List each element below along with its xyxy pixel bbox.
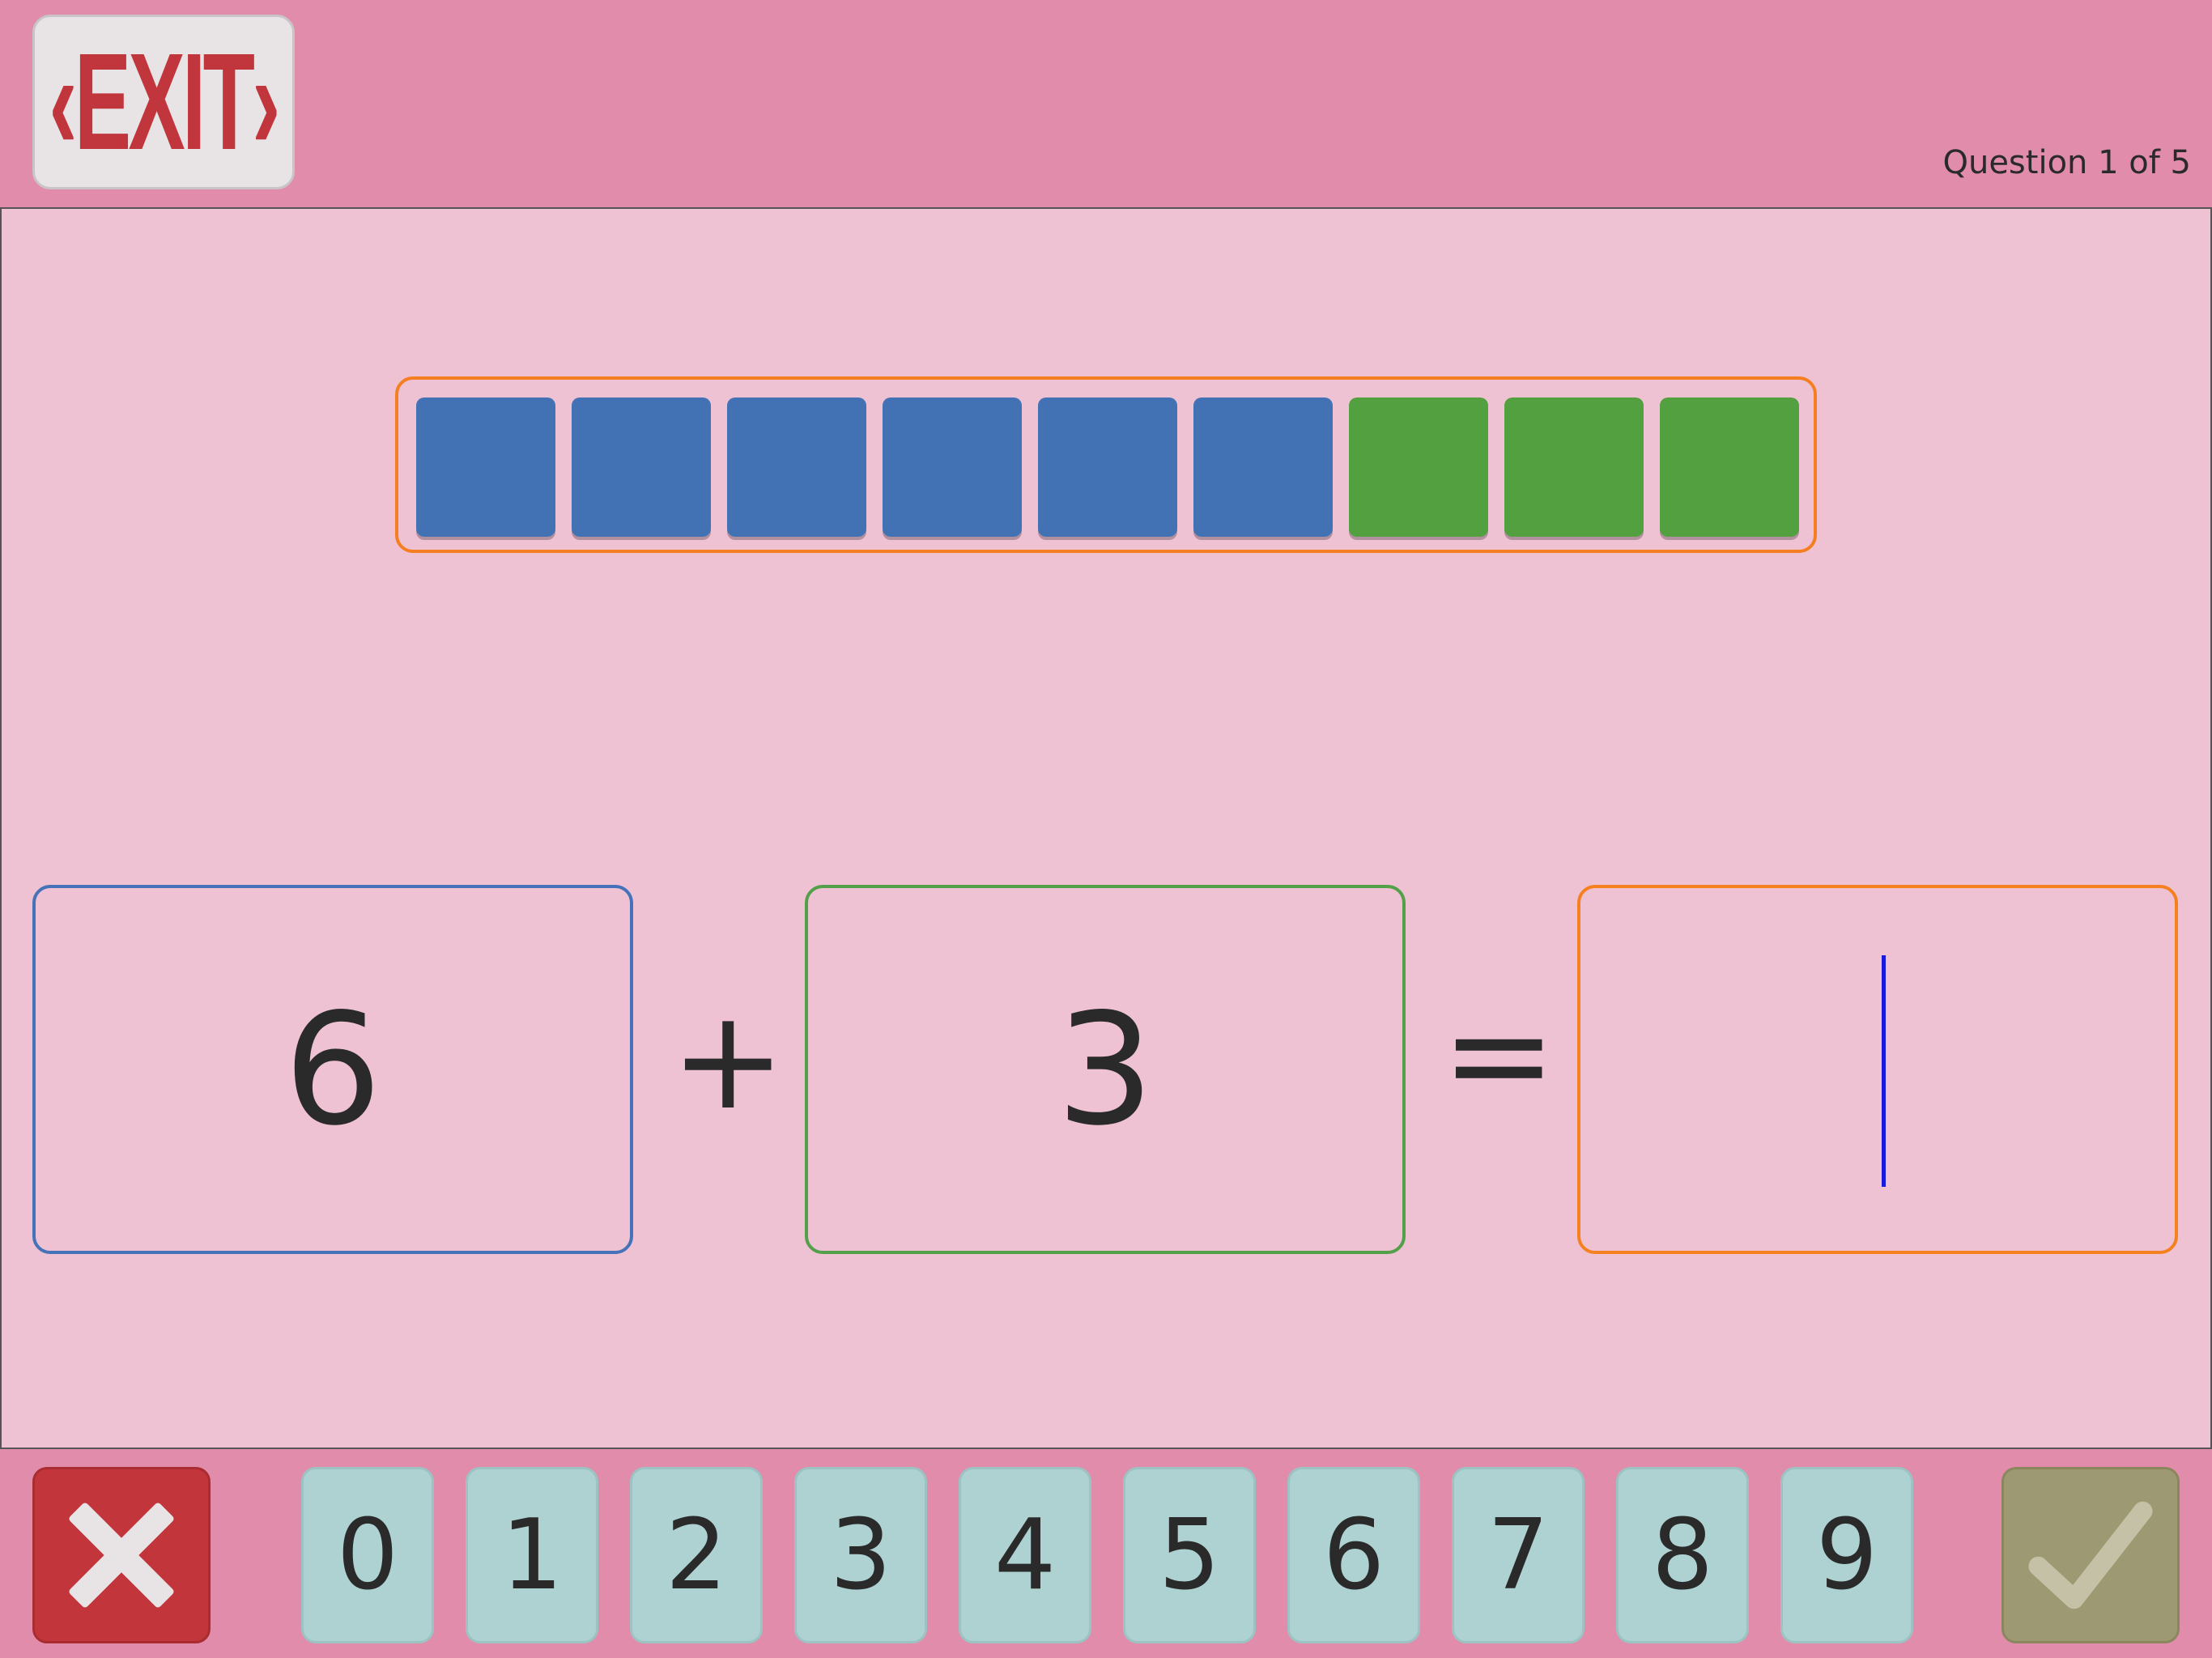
keypad-bar: 0 1 2 3 4 5 6 7 8 9 [0, 1448, 2212, 1658]
key-1[interactable]: 1 [466, 1467, 598, 1643]
top-bar: ‹EXIT› Question 1 of 5 [0, 0, 2212, 209]
addend-a-value: 6 [283, 980, 382, 1159]
addend-a-box: 6 [32, 885, 633, 1254]
text-caret [1882, 955, 1886, 1187]
exit-label: ‹EXIT› [49, 25, 281, 179]
checkmark-icon [2028, 1501, 2153, 1609]
addend-b-box: 3 [805, 885, 1406, 1254]
exit-button[interactable]: ‹EXIT› [32, 15, 295, 189]
green-cube [1349, 397, 1488, 537]
submit-button[interactable] [2001, 1467, 2180, 1643]
addend-b-value: 3 [1056, 980, 1155, 1159]
key-6[interactable]: 6 [1287, 1467, 1420, 1643]
answer-input[interactable] [1577, 885, 2178, 1254]
blue-cube [1038, 397, 1177, 537]
blue-cube [883, 397, 1022, 537]
equals-operator: = [1441, 975, 1557, 1135]
key-8[interactable]: 8 [1616, 1467, 1749, 1643]
key-9[interactable]: 9 [1780, 1467, 1913, 1643]
key-4[interactable]: 4 [959, 1467, 1091, 1643]
blue-cube [416, 397, 555, 537]
question-progress: Question 1 of 5 [1942, 144, 2191, 181]
key-0[interactable]: 0 [301, 1467, 434, 1643]
blue-cube [1193, 397, 1333, 537]
x-icon [69, 1503, 174, 1608]
green-cube [1660, 397, 1799, 537]
key-7[interactable]: 7 [1452, 1467, 1585, 1643]
key-3[interactable]: 3 [794, 1467, 927, 1643]
plus-operator: + [670, 980, 786, 1141]
ten-frame [395, 376, 1817, 553]
key-2[interactable]: 2 [630, 1467, 763, 1643]
blue-cube [572, 397, 711, 537]
key-5[interactable]: 5 [1123, 1467, 1256, 1643]
green-cube [1504, 397, 1644, 537]
clear-button[interactable] [32, 1467, 211, 1643]
blue-cube [727, 397, 866, 537]
